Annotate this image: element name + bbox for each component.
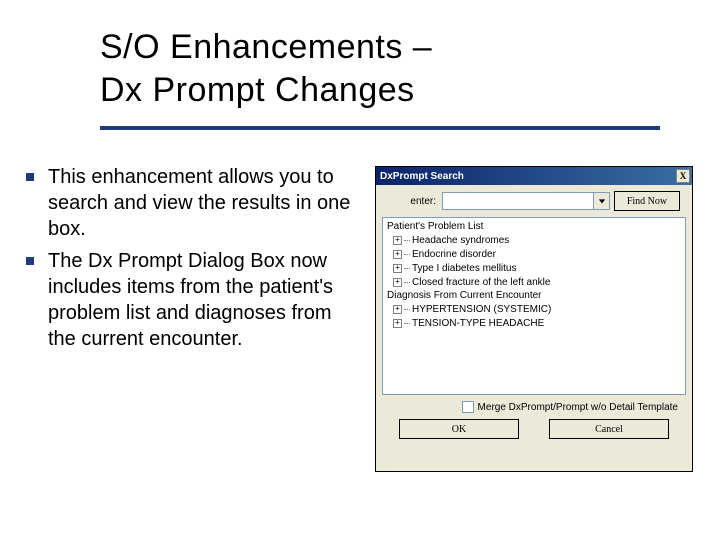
- search-row: enter: Find Now: [382, 191, 686, 211]
- close-button[interactable]: X: [676, 169, 690, 183]
- slide-title-block: S/O Enhancements – Dx Prompt Changes: [100, 26, 660, 111]
- dialog-body: enter: Find Now Patient's Problem List +…: [376, 185, 692, 471]
- bullet-list: This enhancement allows you to search an…: [26, 164, 356, 358]
- expand-icon[interactable]: +: [393, 264, 402, 273]
- expand-icon[interactable]: +: [393, 278, 402, 287]
- dropdown-button[interactable]: [593, 193, 609, 209]
- merge-checkbox[interactable]: [462, 401, 474, 413]
- tree-connector: [404, 240, 410, 241]
- slide: S/O Enhancements – Dx Prompt Changes Thi…: [0, 0, 720, 540]
- tree-item-label: Endocrine disorder: [412, 249, 496, 260]
- cancel-button[interactable]: Cancel: [549, 419, 669, 439]
- group-label-problem-list: Patient's Problem List: [385, 220, 683, 233]
- tree-connector: [404, 323, 410, 324]
- tree-item-label: HYPERTENSION (SYSTEMIC): [412, 304, 551, 315]
- list-item: This enhancement allows you to search an…: [26, 164, 356, 242]
- tree-item[interactable]: + TENSION-TYPE HEADACHE: [385, 316, 683, 330]
- dialog-button-row: OK Cancel: [382, 419, 686, 443]
- chevron-down-icon: [598, 197, 606, 205]
- tree-connector: [404, 309, 410, 310]
- find-now-button[interactable]: Find Now: [614, 191, 680, 211]
- tree-item-label: TENSION-TYPE HEADACHE: [412, 318, 544, 329]
- bullet-text: The Dx Prompt Dialog Box now includes it…: [48, 248, 356, 352]
- search-combobox[interactable]: [442, 192, 610, 210]
- tree-connector: [404, 254, 410, 255]
- bullet-text: This enhancement allows you to search an…: [48, 164, 356, 242]
- dialog-titlebar: DxPrompt Search X: [376, 167, 692, 185]
- merge-label: Merge DxPrompt/Prompt w/o Detail Templat…: [478, 402, 678, 413]
- close-icon: X: [680, 172, 687, 181]
- expand-icon[interactable]: +: [393, 250, 402, 259]
- tree-item[interactable]: + Type I diabetes mellitus: [385, 261, 683, 275]
- tree-item[interactable]: + Closed fracture of the left ankle: [385, 275, 683, 289]
- group-label-encounter: Diagnosis From Current Encounter: [385, 289, 683, 302]
- bullet-icon: [26, 173, 34, 181]
- title-line-2: Dx Prompt Changes: [100, 71, 415, 109]
- tree-connector: [404, 282, 410, 283]
- tree-item[interactable]: + HYPERTENSION (SYSTEMIC): [385, 302, 683, 316]
- bullet-icon: [26, 257, 34, 265]
- expand-icon[interactable]: +: [393, 236, 402, 245]
- dxprompt-search-dialog: DxPrompt Search X enter: Find Now Patien…: [375, 166, 693, 472]
- results-listbox[interactable]: Patient's Problem List + Headache syndro…: [382, 217, 686, 395]
- tree-item[interactable]: + Endocrine disorder: [385, 247, 683, 261]
- title-underline: [100, 126, 660, 130]
- tree-item-label: Type I diabetes mellitus: [412, 263, 517, 274]
- title-line-1: S/O Enhancements –: [100, 28, 432, 66]
- list-item: The Dx Prompt Dialog Box now includes it…: [26, 248, 356, 352]
- tree-item[interactable]: + Headache syndromes: [385, 233, 683, 247]
- tree-item-label: Closed fracture of the left ankle: [412, 277, 550, 288]
- merge-row: Merge DxPrompt/Prompt w/o Detail Templat…: [382, 401, 686, 419]
- expand-icon[interactable]: +: [393, 319, 402, 328]
- search-label: enter:: [388, 196, 438, 207]
- slide-title: S/O Enhancements – Dx Prompt Changes: [100, 26, 660, 111]
- dialog-title: DxPrompt Search: [380, 171, 464, 182]
- tree-connector: [404, 268, 410, 269]
- tree-item-label: Headache syndromes: [412, 235, 509, 246]
- ok-button[interactable]: OK: [399, 419, 519, 439]
- expand-icon[interactable]: +: [393, 305, 402, 314]
